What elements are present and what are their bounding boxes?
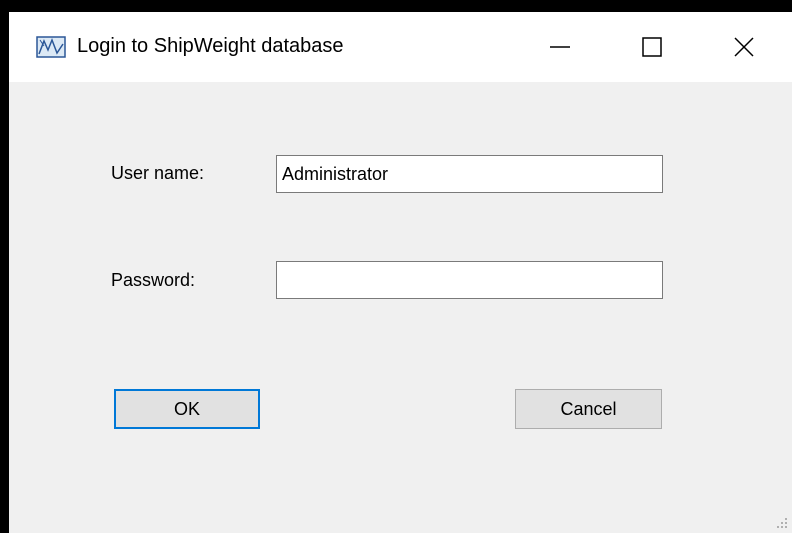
- close-button[interactable]: [698, 12, 790, 82]
- window-title: Login to ShipWeight database: [77, 35, 344, 57]
- close-icon: [734, 37, 754, 57]
- minimize-icon: [550, 46, 570, 48]
- login-dialog: Login to ShipWeight database User name: …: [9, 12, 792, 533]
- chart-app-icon: [36, 36, 66, 58]
- maximize-icon: [642, 37, 662, 57]
- resize-grip-icon[interactable]: [776, 517, 788, 529]
- username-input[interactable]: [276, 155, 663, 193]
- minimize-button[interactable]: [514, 12, 606, 82]
- maximize-button[interactable]: [606, 12, 698, 82]
- password-input[interactable]: [276, 261, 663, 299]
- title-bar[interactable]: Login to ShipWeight database: [9, 12, 792, 82]
- ok-button[interactable]: OK: [114, 389, 260, 429]
- username-label: User name:: [111, 163, 205, 183]
- cancel-button[interactable]: Cancel: [515, 389, 662, 429]
- password-label: Password:: [111, 270, 196, 290]
